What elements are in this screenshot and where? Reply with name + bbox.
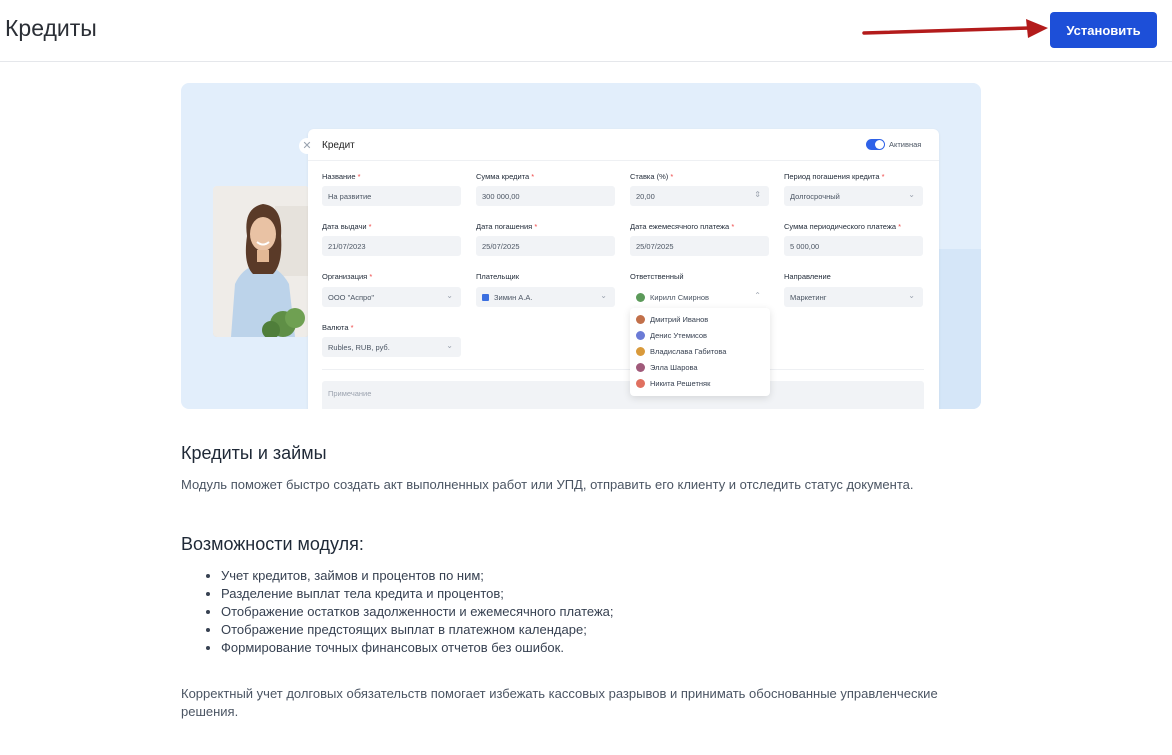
close-icon: ✕ <box>299 138 315 154</box>
issue-date-field: 21/07/2023 <box>322 236 461 256</box>
repay-date-field: 25/07/2025 <box>476 236 615 256</box>
woman-photo <box>213 186 309 337</box>
note-field: Примечание <box>322 381 924 409</box>
avatar <box>636 347 645 356</box>
list-item: Разделение выплат тела кредита и процент… <box>221 585 614 603</box>
features-heading: Возможности модуля: <box>181 534 364 554</box>
periodic-sum-label: Сумма периодического платежа * <box>784 222 902 231</box>
monthly-date-label: Дата ежемесячного платежа * <box>630 222 735 231</box>
organization-select: ООО "Аспро" ⌄ <box>322 287 461 307</box>
chevron-down-icon: ⌄ <box>600 291 607 300</box>
list-item: Отображение остатков задолженности и еже… <box>221 603 614 621</box>
chevron-down-icon: ⌄ <box>446 341 453 350</box>
avatar <box>636 379 645 388</box>
dropdown-option: Никита Решетняк <box>630 378 770 394</box>
install-button[interactable]: Установить <box>1050 12 1157 48</box>
period-label: Период погашения кредита * <box>784 172 885 181</box>
active-toggle-label: Активная <box>889 140 922 149</box>
form-header-divider <box>308 160 939 161</box>
dropdown-option: Владислава Габитова <box>630 346 770 362</box>
module-preview-image: ✕ Кредит Активная Название * На развитие… <box>181 83 981 409</box>
chevron-down-icon: ⌄ <box>908 190 915 199</box>
currency-select: Rubles, RUB, руб. ⌄ <box>322 337 461 357</box>
building-icon <box>482 294 489 301</box>
section-heading: Кредиты и займы <box>181 443 327 463</box>
chevron-up-icon: ⌃ <box>754 291 761 300</box>
footer-text: Корректный учет долговых обязательств по… <box>181 686 938 719</box>
woman-illustration <box>213 186 309 337</box>
avatar <box>636 331 645 340</box>
rate-label: Ставка (%) * <box>630 172 674 181</box>
responsible-select: Кирилл Смирнов ⌃ <box>630 287 769 307</box>
direction-label: Направление <box>784 272 831 281</box>
dropdown-option: Дмитрий Иванов <box>630 314 770 330</box>
dropdown-option: Элла Шарова <box>630 362 770 378</box>
periodic-sum-field: 5 000,00 <box>784 236 923 256</box>
amount-label: Сумма кредита * <box>476 172 535 181</box>
chevron-down-icon: ⌄ <box>908 291 915 300</box>
dropdown-option: Денис Утемисов <box>630 330 770 346</box>
period-select: Долгосрочный ⌄ <box>784 186 923 206</box>
list-item: Учет кредитов, займов и процентов по ним… <box>221 567 614 585</box>
form-title: Кредит <box>322 140 355 151</box>
name-field: На развитие <box>322 186 461 206</box>
amount-field: 300 000,00 <box>476 186 615 206</box>
avatar <box>636 363 645 372</box>
responsible-dropdown: Дмитрий Иванов Денис Утемисов Владислава… <box>630 308 770 396</box>
features-list: Учет кредитов, займов и процентов по ним… <box>205 567 614 657</box>
module-description: Модуль поможет быстро создать акт выполн… <box>181 477 914 492</box>
top-bar: Кредиты Установить <box>0 0 1172 62</box>
stepper-icon: ⇕ <box>754 190 761 199</box>
monthly-date-field: 25/07/2025 <box>630 236 769 256</box>
direction-select: Маркетинг ⌄ <box>784 287 923 307</box>
page-title: Кредиты <box>5 15 97 41</box>
currency-label: Валюта * <box>322 323 354 332</box>
list-item: Отображение предстоящих выплат в платежн… <box>221 621 614 639</box>
repay-date-label: Дата погашения * <box>476 222 538 231</box>
payer-select: Зимин А.А. ⌄ <box>476 287 615 307</box>
payer-label: Плательщик <box>476 272 519 281</box>
issue-date-label: Дата выдачи * <box>322 222 372 231</box>
avatar <box>636 293 645 302</box>
credit-form-card: ✕ Кредит Активная Название * На развитие… <box>299 129 939 409</box>
arrow-pointer-icon <box>862 19 1048 38</box>
organization-label: Организация * <box>322 272 373 281</box>
responsible-label: Ответственный <box>630 272 684 281</box>
chevron-down-icon: ⌄ <box>446 291 453 300</box>
rate-field: 20,00 ⇕ <box>630 186 769 206</box>
name-label: Название * <box>322 172 361 181</box>
active-toggle <box>866 139 885 150</box>
avatar <box>636 315 645 324</box>
list-item: Формирование точных финансовых отчетов б… <box>221 639 614 657</box>
form-divider <box>322 369 924 370</box>
